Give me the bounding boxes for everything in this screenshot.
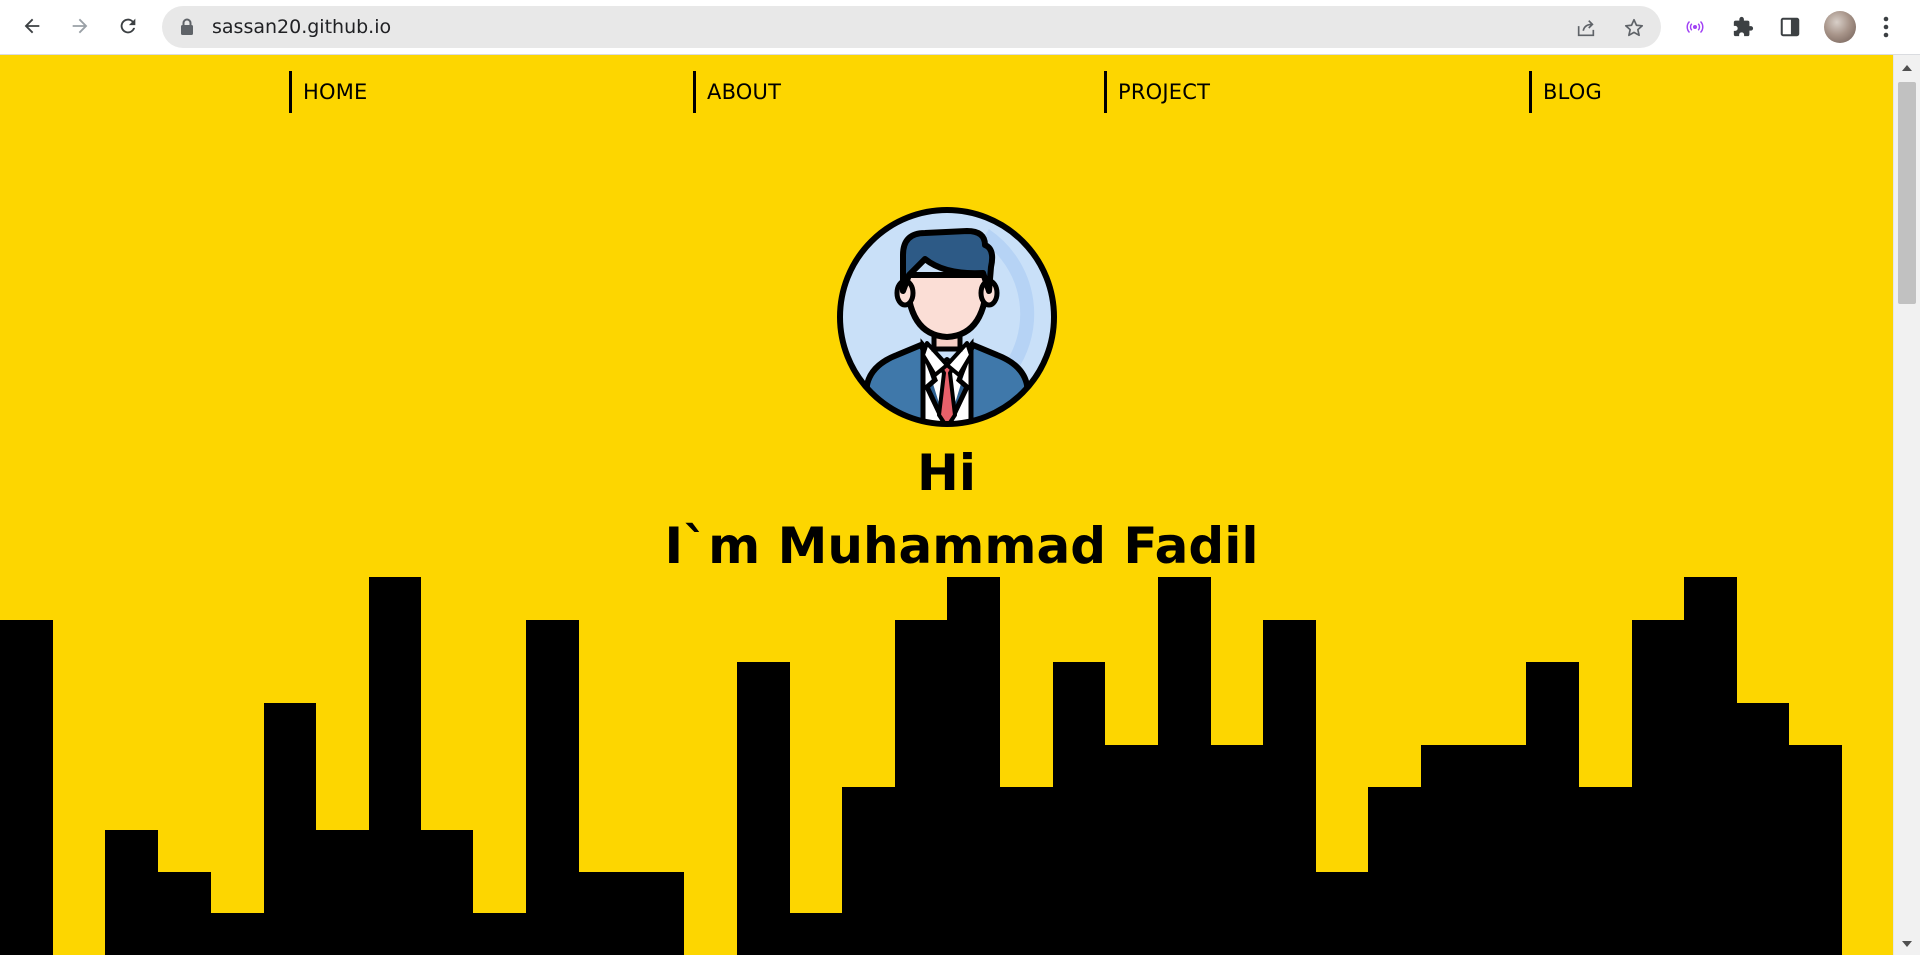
address-bar[interactable]: sassan20.github.io — [162, 6, 1661, 48]
side-panel-icon[interactable] — [1776, 13, 1804, 41]
scrollbar-thumb[interactable] — [1898, 82, 1916, 304]
share-icon[interactable] — [1574, 16, 1598, 40]
lock-icon[interactable] — [180, 18, 194, 40]
nav-link-blog[interactable]: BLOG — [1529, 71, 1602, 113]
hero-name-heading: I`m Muhammad Fadil — [664, 517, 1259, 575]
nav-link-project[interactable]: PROJECT — [1104, 71, 1210, 113]
reload-icon[interactable] — [111, 9, 145, 43]
more-menu-icon[interactable] — [1872, 13, 1900, 41]
site-navigation: HOME ABOUT PROJECT BLOG — [0, 55, 1893, 125]
nav-link-about[interactable]: ABOUT — [693, 71, 781, 113]
star-icon[interactable] — [1622, 16, 1646, 40]
broadcast-icon[interactable] — [1681, 13, 1709, 41]
profile-avatar[interactable] — [1824, 11, 1856, 43]
url-text[interactable]: sassan20.github.io — [212, 17, 391, 37]
browser-toolbar: sassan20.github.io — [0, 0, 1920, 55]
scroll-down-arrow-icon[interactable] — [1902, 941, 1912, 947]
scroll-up-arrow-icon[interactable] — [1902, 65, 1912, 71]
page-scrollbar[interactable] — [1893, 55, 1920, 955]
page-viewport: HOME ABOUT PROJECT BLOG Hi I`m Muhammad … — [0, 55, 1893, 955]
extensions-icon[interactable] — [1729, 13, 1757, 41]
nav-link-home[interactable]: HOME — [289, 71, 368, 113]
city-skyline-graphic — [0, 577, 1842, 955]
hero-greeting: Hi — [917, 444, 976, 502]
back-icon[interactable] — [15, 9, 49, 43]
forward-icon[interactable] — [63, 9, 97, 43]
businessman-avatar-icon — [837, 207, 1057, 427]
